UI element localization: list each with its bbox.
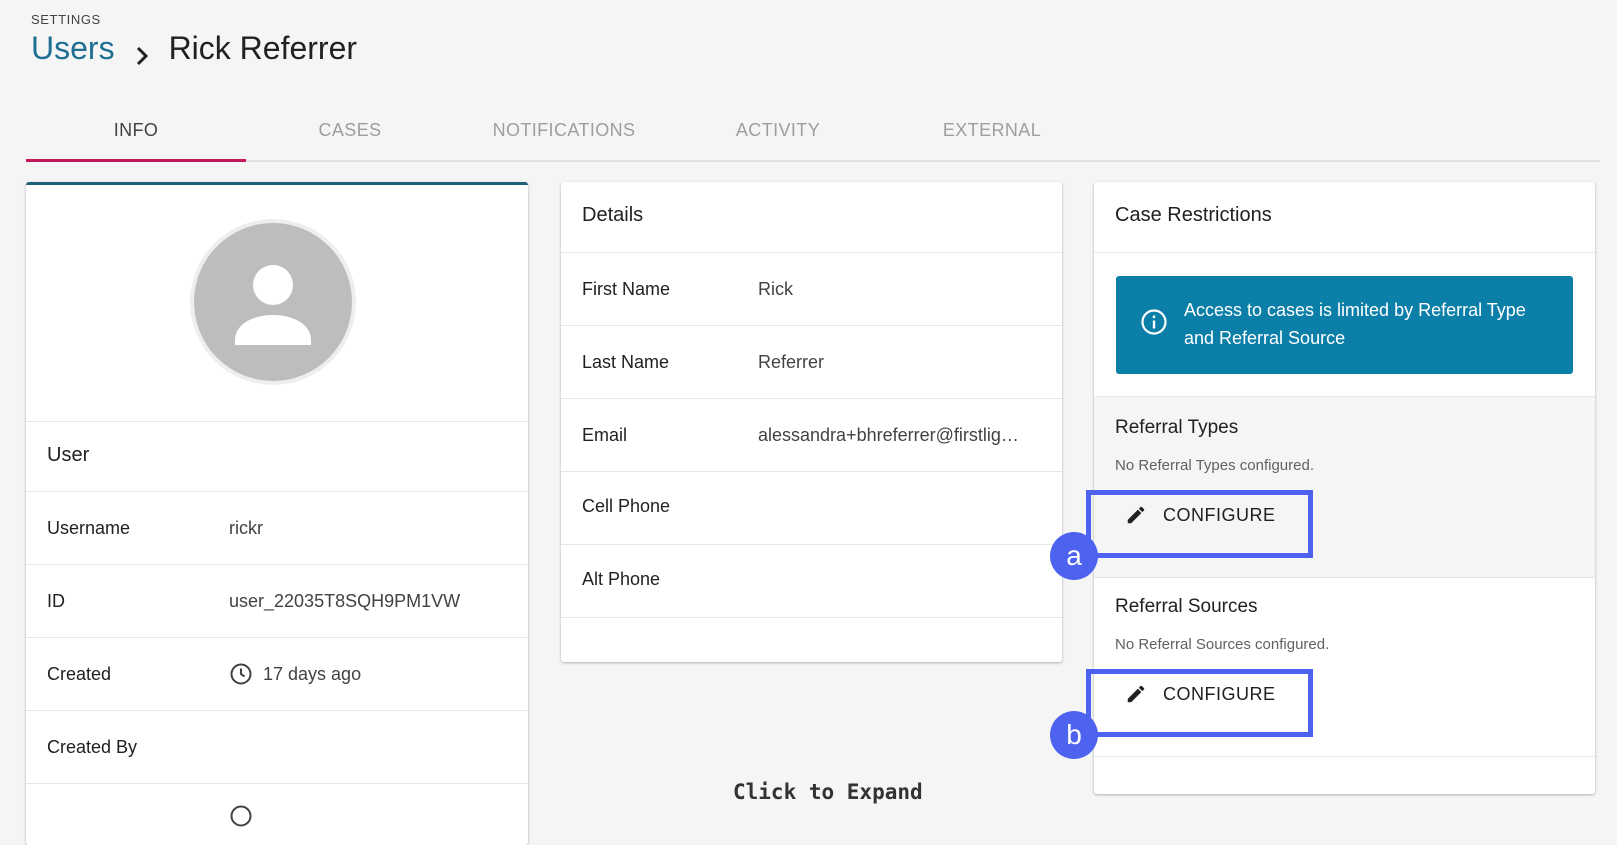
user-section-title: User [47,444,90,466]
highlight-box-a [1086,490,1313,558]
chevron-right-icon [129,38,155,65]
field-value: 17 days ago [263,664,362,684]
referral-types-title: Referral Types [1115,417,1239,438]
field-row-alt-phone: Alt Phone [561,544,1062,618]
field-label: Created [47,664,112,684]
card-footer [561,617,1062,662]
card-footer [1094,756,1595,794]
field-label: Email [582,425,628,445]
details-title: Details [582,204,644,226]
field-row-username: Username rickr [26,491,528,565]
field-row-email: Email alessandra+bhreferrer@firstlig… [561,398,1062,472]
info-text: Access to cases is limited by Referral T… [1184,300,1526,348]
divider [1094,252,1595,254]
user-card: User Username rickr ID user_22035T8SQH9P… [26,182,528,845]
field-value: user_22035T8SQH9PM1VW [229,591,461,611]
field-row-created-by: Created By [26,710,528,784]
field-label: Alt Phone [582,569,661,589]
referral-sources-note: No Referral Sources configured. [1115,636,1330,653]
info-icon [1140,308,1168,336]
click-to-expand-label[interactable]: Click to Expand [733,780,923,804]
field-label: Username [47,518,131,538]
tab-activity[interactable]: ACTIVITY [668,100,888,160]
tab-bar: INFO CASES NOTIFICATIONS ACTIVITY EXTERN… [26,100,1600,162]
clock-icon [229,804,253,828]
callout-badge-b: b [1050,711,1098,759]
case-restrictions-title: Case Restrictions [1115,204,1272,226]
field-label: ID [47,591,65,611]
tab-notifications[interactable]: NOTIFICATIONS [454,100,674,160]
user-section-header: User [26,421,528,492]
avatar [194,223,352,381]
field-label: Cell Phone [582,496,671,516]
referral-types-note: No Referral Types configured. [1115,457,1314,474]
breadcrumb: Users Rick Referrer [31,30,357,67]
page-title: Rick Referrer [168,30,358,66]
field-value: Rick [758,279,793,299]
active-tab-indicator [26,159,246,162]
breadcrumb-users-link[interactable]: Users [31,30,115,67]
field-value: Referrer [758,352,825,372]
settings-label: SETTINGS [31,12,101,27]
person-icon [235,265,311,345]
field-row-id: ID user_22035T8SQH9PM1VW [26,564,528,638]
field-value: rickr [229,518,263,538]
field-row-last-name: Last Name Referrer [561,325,1062,399]
tab-info[interactable]: INFO [26,100,246,160]
info-banner: Access to cases is limited by Referral T… [1116,276,1573,374]
field-value: alessandra+bhreferrer@firstlig… [758,425,1019,445]
details-card: Details First Name Rick Last Name Referr… [561,182,1062,662]
field-row-cell-phone: Cell Phone [561,471,1062,545]
field-row-partial [26,783,528,845]
field-label: Last Name [582,352,670,372]
field-row-first-name: First Name Rick [561,252,1062,326]
tab-cases[interactable]: CASES [240,100,460,160]
referral-sources-title: Referral Sources [1115,596,1258,617]
highlight-box-b [1086,669,1313,737]
field-row-created: Created 17 days ago [26,637,528,711]
callout-badge-a: a [1050,532,1098,580]
field-label: Created By [47,737,138,757]
field-label: First Name [582,279,671,299]
clock-icon [229,662,253,686]
tab-external[interactable]: EXTERNAL [882,100,1102,160]
